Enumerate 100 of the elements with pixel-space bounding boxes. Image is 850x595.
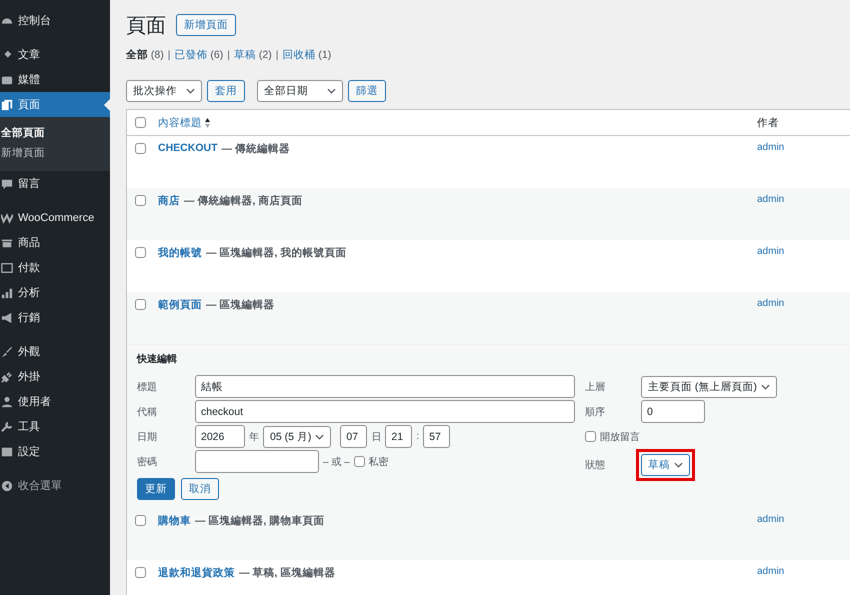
column-header[interactable]: 內容標題 [158, 116, 202, 130]
box-icon [1, 236, 13, 248]
page-title-link[interactable]: CHECKOUT [158, 142, 218, 156]
menu-item[interactable]: 留言 [0, 171, 110, 196]
megaphone-icon [1, 312, 13, 324]
private-checkbox[interactable] [354, 456, 365, 467]
menu-item[interactable]: WooCommerce [0, 205, 110, 230]
separator-text: | [276, 49, 278, 61]
collapse-menu-button[interactable]: 收合選單 [0, 473, 110, 498]
woo-icon [1, 212, 13, 224]
page-title-link[interactable]: 商店 [158, 194, 180, 208]
checkbox-label: 私密 [368, 456, 389, 468]
chevron-down-icon [674, 462, 683, 468]
page-state-text: — 傳統編輯器, 商店頁面 [184, 194, 302, 208]
or-text: – 或 – [323, 456, 350, 468]
status-select[interactable]: 草稿 [641, 454, 690, 476]
row-checkbox[interactable] [135, 299, 146, 310]
comments-checkbox[interactable] [585, 431, 596, 442]
menu-item[interactable]: 外觀 [0, 339, 110, 364]
field-label: 代稱 [137, 406, 158, 418]
page-title-link[interactable]: 範例頁面 [158, 298, 202, 312]
year-input[interactable]: 2026 [195, 425, 245, 448]
menu-item[interactable]: 頁面 [0, 92, 110, 117]
author-link[interactable]: admin [757, 298, 850, 309]
author-link[interactable]: admin [757, 142, 850, 153]
brush-icon [1, 346, 13, 358]
filter-link[interactable]: 全部 (8) [126, 48, 164, 62]
author-link[interactable]: admin [757, 566, 850, 577]
quick-edit-heading: 快速編輯 [137, 352, 178, 366]
field-label: 狀態 [585, 458, 606, 472]
date-filter-select[interactable]: 全部日期 [257, 80, 343, 102]
filter-button[interactable]: 篩選 [348, 80, 386, 102]
bulk-actions-select[interactable]: 批次操作 [126, 80, 202, 102]
month-select[interactable]: 05 (5 月) [263, 426, 332, 448]
field-label: 密碼 [137, 456, 158, 468]
menu-item[interactable]: 行銷 [0, 305, 110, 330]
menu-item[interactable]: 媒體 [0, 67, 110, 92]
field-label: 順序 [585, 406, 606, 418]
wrench-icon [1, 420, 13, 432]
submenu-item[interactable]: 全部頁面 [0, 123, 110, 143]
chevron-down-icon [315, 434, 324, 440]
page-state-text: — 傳統編輯器 [222, 142, 290, 156]
menu-item[interactable]: 工具 [0, 414, 110, 439]
person-icon [1, 396, 13, 408]
menu-item[interactable]: 設定 [0, 439, 110, 464]
pages-icon [1, 98, 13, 110]
filter-link[interactable]: 草稿 (2) [234, 48, 272, 62]
submenu-item[interactable]: 新增頁面 [0, 143, 110, 163]
page-state-text: — 區塊編輯器, 購物車頁面 [195, 514, 324, 528]
menu-item[interactable]: 文章 [0, 42, 110, 67]
apply-button[interactable]: 套用 [207, 80, 245, 102]
time-separator: : [416, 431, 420, 442]
chevron-down-icon [186, 88, 195, 94]
page-title: 頁面 [126, 14, 166, 38]
column-header: 作者 [757, 116, 780, 130]
parent-select[interactable]: 主要頁面 (無上層頁面) [641, 376, 777, 398]
unit-text: 年 [249, 430, 259, 444]
chevron-down-icon [327, 88, 336, 94]
day-input[interactable]: 07 [340, 425, 368, 448]
plug-icon [1, 370, 13, 382]
slug-input[interactable]: checkout [195, 400, 575, 423]
page-title-link[interactable]: 購物車 [158, 514, 191, 528]
page-title-link[interactable]: 我的帳號 [158, 246, 202, 260]
author-link[interactable]: admin [757, 194, 850, 205]
menu-item[interactable]: 使用者 [0, 389, 110, 414]
page-state-text: — 區塊編輯器 [206, 298, 274, 312]
menu-item[interactable]: 分析 [0, 280, 110, 305]
order-input[interactable]: 0 [641, 400, 705, 423]
add-page-button[interactable]: 新增頁面 [176, 14, 236, 36]
unit-text: 日 [371, 430, 382, 444]
title-input[interactable]: 結帳 [195, 375, 575, 398]
author-link[interactable]: admin [757, 514, 850, 525]
chart-icon [1, 286, 13, 298]
update-button[interactable]: 更新 [137, 478, 175, 500]
hour-input[interactable]: 21 [385, 425, 412, 448]
field-label: 上層 [585, 380, 606, 394]
separator-text: | [168, 49, 170, 61]
field-label: 標題 [137, 380, 158, 394]
minute-input[interactable]: 57 [423, 425, 450, 448]
sort-icon[interactable] [205, 118, 210, 128]
row-checkbox[interactable] [135, 567, 146, 578]
page-title-link[interactable]: 退款和退貨政策 [158, 566, 235, 580]
row-checkbox[interactable] [135, 195, 146, 206]
filter-link[interactable]: 已發佈 (6) [174, 48, 224, 62]
filter-link[interactable]: 回收桶 (1) [282, 48, 332, 62]
menu-item[interactable]: 控制台 [0, 8, 110, 33]
author-link[interactable]: admin [757, 246, 850, 257]
row-checkbox[interactable] [135, 515, 146, 526]
cancel-button[interactable]: 取消 [181, 478, 219, 500]
chevron-down-icon [760, 384, 770, 390]
password-input[interactable] [195, 450, 319, 473]
menu-item[interactable]: 付款 [0, 255, 110, 280]
row-checkbox[interactable] [135, 247, 146, 258]
checkbox-label: 開放留言 [600, 430, 640, 444]
page-state-text: — 草稿, 區塊編輯器 [239, 566, 336, 580]
select-all-checkbox[interactable] [135, 117, 146, 128]
menu-item[interactable]: 商品 [0, 230, 110, 255]
menu-item[interactable]: 外掛 [0, 364, 110, 389]
row-checkbox[interactable] [135, 143, 146, 154]
page-state-text: — 區塊編輯器, 我的帳號頁面 [206, 246, 346, 260]
